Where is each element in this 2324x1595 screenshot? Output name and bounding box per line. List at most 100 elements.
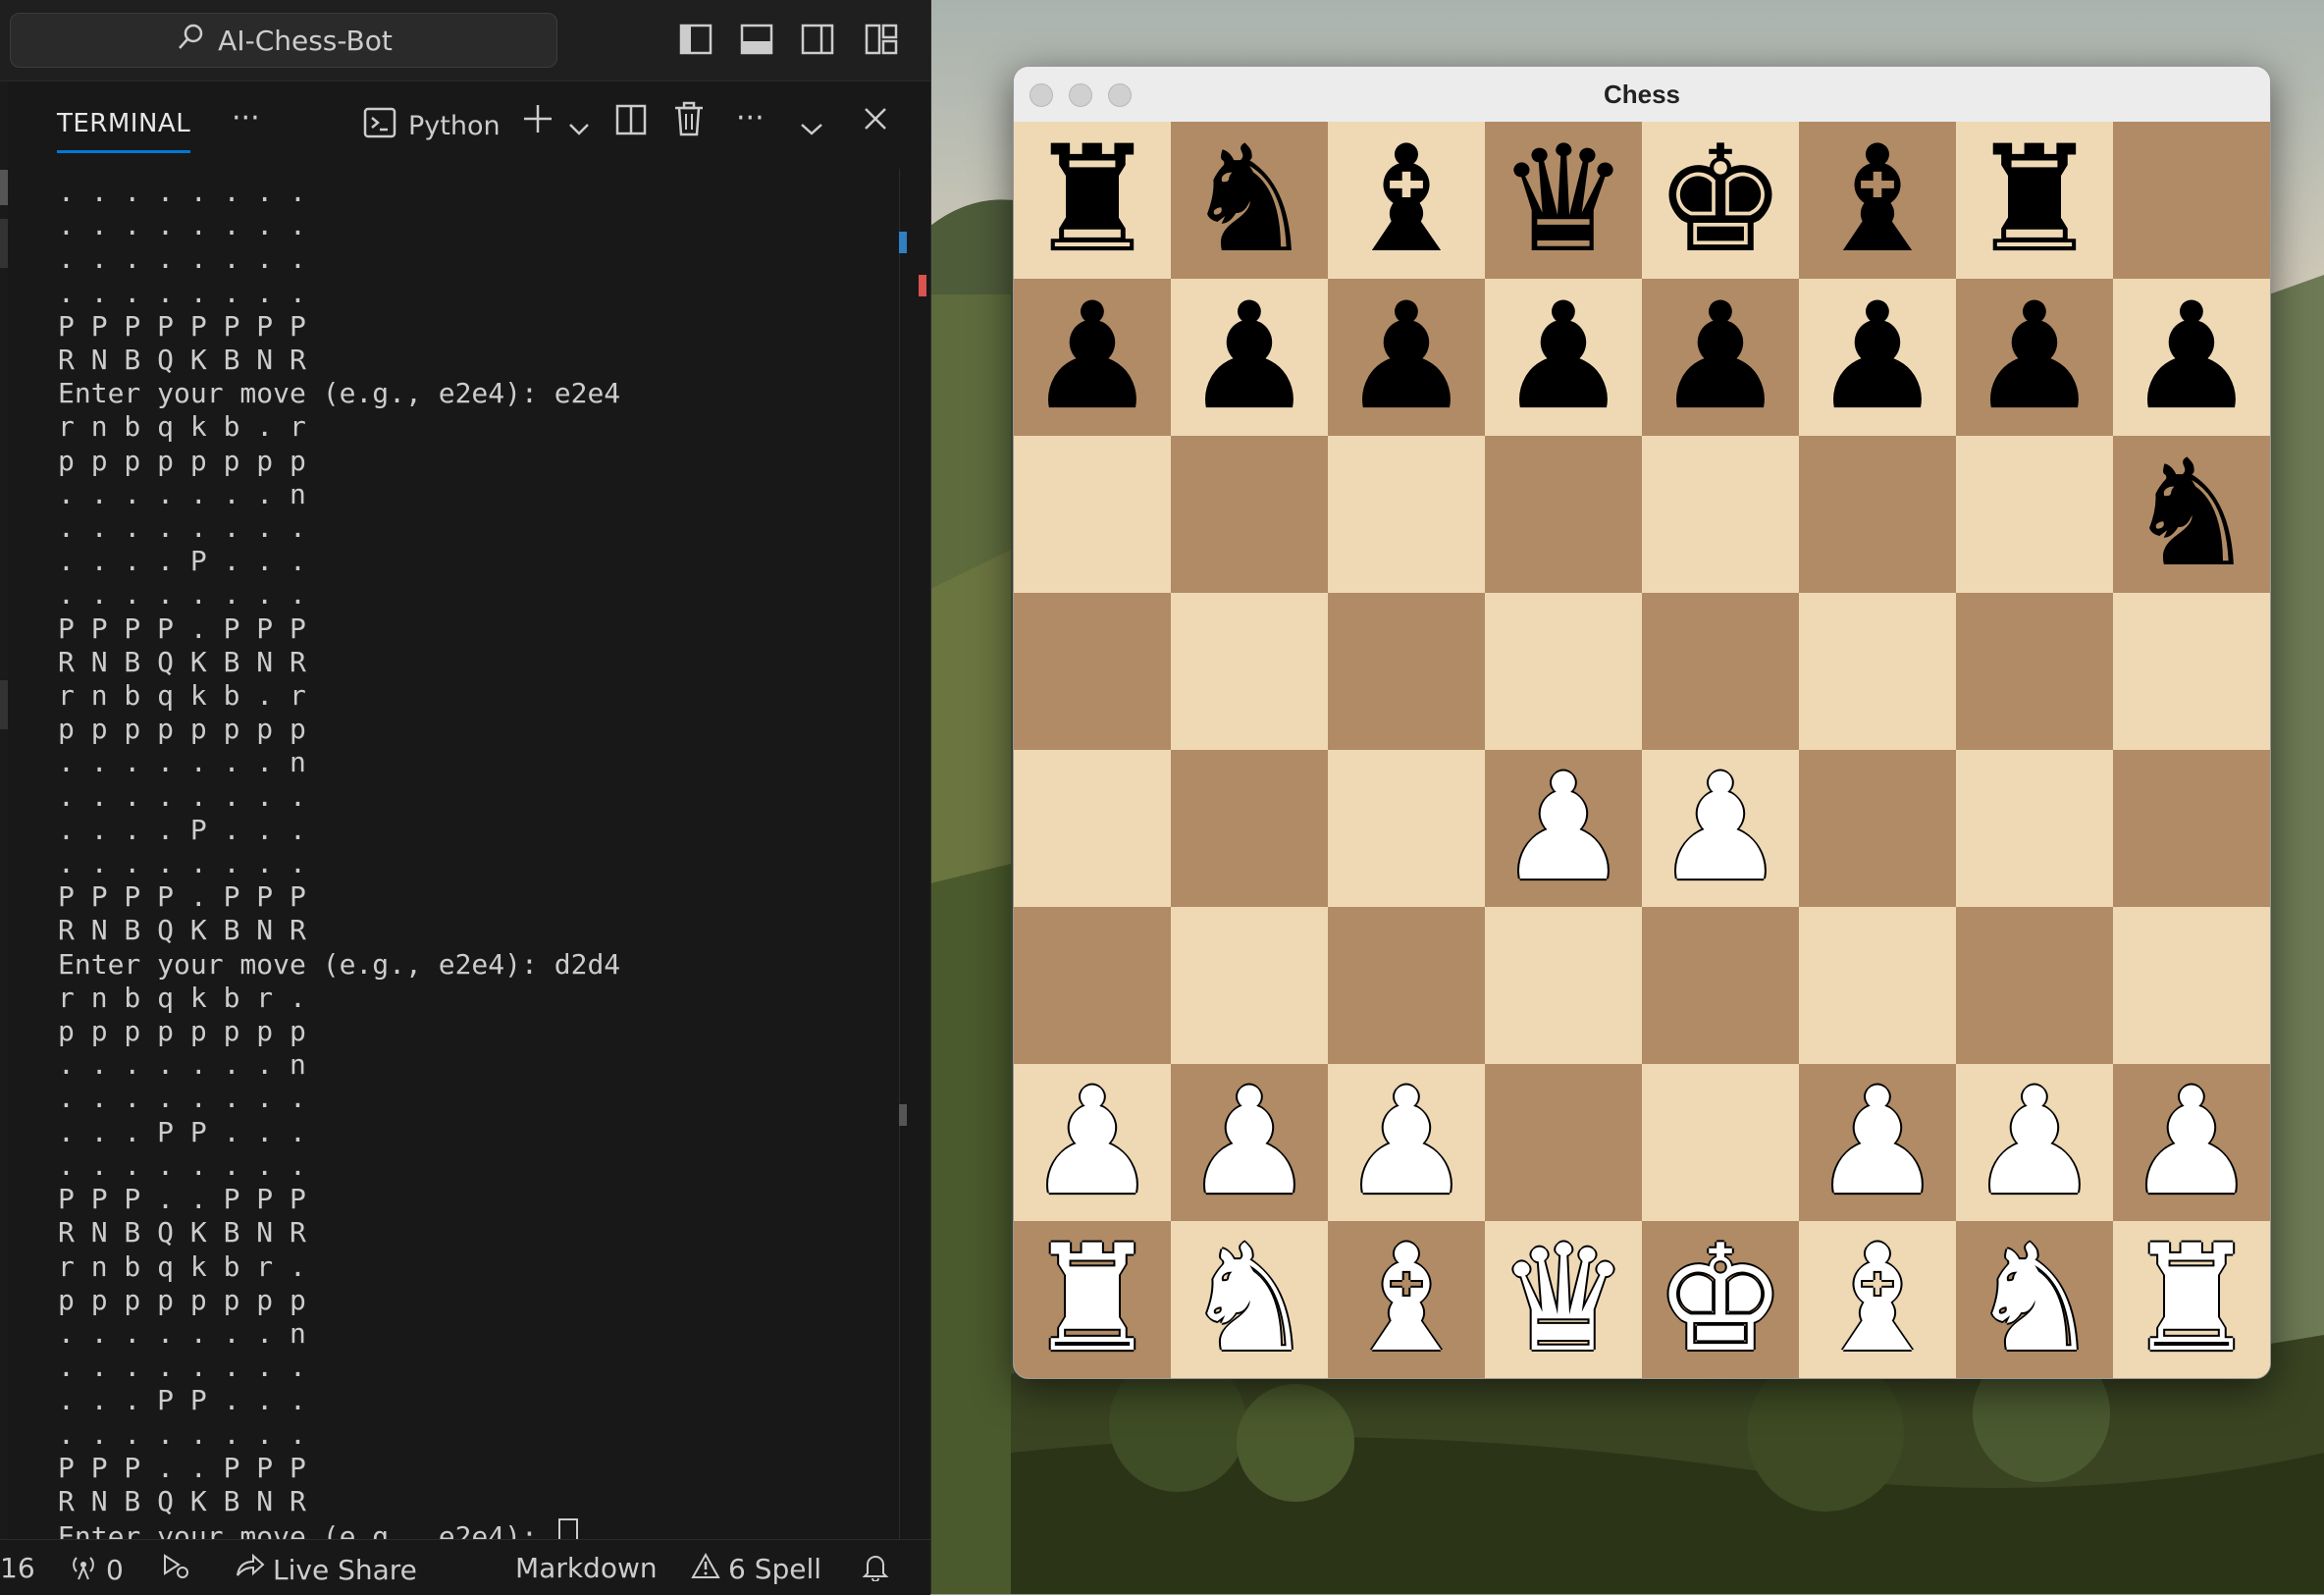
square-f1[interactable]: ♝: [1799, 1221, 1956, 1378]
square-b4[interactable]: [1171, 750, 1328, 907]
square-a3[interactable]: [1014, 907, 1171, 1064]
square-f3[interactable]: [1799, 907, 1956, 1064]
square-d6[interactable]: [1485, 436, 1642, 593]
terminal-profile[interactable]: Python: [363, 106, 501, 146]
terminal-prompt-line[interactable]: Enter your move (e.g., e2e4):: [58, 1518, 620, 1539]
square-d1[interactable]: ♛: [1485, 1221, 1642, 1378]
toggle-secondary-sidebar-icon[interactable]: [800, 22, 835, 57]
square-e5[interactable]: [1642, 593, 1799, 750]
bell-icon[interactable]: [862, 1552, 889, 1581]
square-b8[interactable]: ♞: [1171, 122, 1328, 279]
square-f6[interactable]: [1799, 436, 1956, 593]
black-pawn-piece[interactable]: ♟: [1969, 284, 2100, 431]
white-pawn-piece[interactable]: ♟: [1812, 1069, 1943, 1216]
black-queen-piece[interactable]: ♛: [1498, 127, 1629, 274]
terminal-scrollbar[interactable]: [899, 169, 926, 1539]
black-pawn-piece[interactable]: ♟: [1184, 284, 1315, 431]
black-knight-piece[interactable]: ♞: [1184, 127, 1315, 274]
white-pawn-piece[interactable]: ♟: [1969, 1069, 2100, 1216]
square-d2[interactable]: [1485, 1064, 1642, 1221]
square-h7[interactable]: ♟: [2113, 279, 2270, 436]
white-pawn-piece[interactable]: ♟: [1498, 755, 1629, 902]
square-h5[interactable]: [2113, 593, 2270, 750]
square-g1[interactable]: ♞: [1956, 1221, 2113, 1378]
black-pawn-piece[interactable]: ♟: [1341, 284, 1472, 431]
square-c1[interactable]: ♝: [1328, 1221, 1485, 1378]
white-king-piece[interactable]: ♚: [1655, 1226, 1786, 1373]
square-f5[interactable]: [1799, 593, 1956, 750]
ports-indicator[interactable]: 0: [69, 1552, 124, 1588]
white-pawn-piece[interactable]: ♟: [1655, 755, 1786, 902]
white-rook-piece[interactable]: ♜: [1027, 1226, 1158, 1373]
more-tabs-icon[interactable]: ···: [232, 101, 260, 135]
square-f8[interactable]: ♝: [1799, 122, 1956, 279]
black-king-piece[interactable]: ♚: [1655, 127, 1786, 274]
white-rook-piece[interactable]: ♜: [2126, 1226, 2257, 1373]
language-mode[interactable]: Markdown: [515, 1552, 658, 1584]
white-pawn-piece[interactable]: ♟: [1027, 1069, 1158, 1216]
spell-check-indicator[interactable]: 6 Spell: [691, 1552, 821, 1586]
black-pawn-piece[interactable]: ♟: [1655, 284, 1786, 431]
square-e6[interactable]: [1642, 436, 1799, 593]
square-e7[interactable]: ♟: [1642, 279, 1799, 436]
black-knight-piece[interactable]: ♞: [2126, 441, 2257, 588]
square-g3[interactable]: [1956, 907, 2113, 1064]
white-knight-piece[interactable]: ♞: [1969, 1226, 2100, 1373]
square-d3[interactable]: [1485, 907, 1642, 1064]
square-g2[interactable]: ♟: [1956, 1064, 2113, 1221]
square-b1[interactable]: ♞: [1171, 1221, 1328, 1378]
split-icon[interactable]: [614, 103, 648, 144]
white-pawn-piece[interactable]: ♟: [2126, 1069, 2257, 1216]
black-rook-piece[interactable]: ♜: [1027, 127, 1158, 274]
black-bishop-piece[interactable]: ♝: [1341, 127, 1472, 274]
square-g7[interactable]: ♟: [1956, 279, 2113, 436]
white-bishop-piece[interactable]: ♝: [1812, 1226, 1943, 1373]
square-c8[interactable]: ♝: [1328, 122, 1485, 279]
black-pawn-piece[interactable]: ♟: [1027, 284, 1158, 431]
black-rook-piece[interactable]: ♜: [1969, 127, 2100, 274]
black-pawn-piece[interactable]: ♟: [1498, 284, 1629, 431]
square-f4[interactable]: [1799, 750, 1956, 907]
square-h4[interactable]: [2113, 750, 2270, 907]
chevron-down-icon[interactable]: [567, 111, 591, 145]
square-e2[interactable]: [1642, 1064, 1799, 1221]
plus-icon[interactable]: [520, 101, 555, 144]
square-a4[interactable]: [1014, 750, 1171, 907]
square-c3[interactable]: [1328, 907, 1485, 1064]
close-icon[interactable]: [862, 105, 889, 140]
square-e4[interactable]: ♟: [1642, 750, 1799, 907]
square-d8[interactable]: ♛: [1485, 122, 1642, 279]
square-c2[interactable]: ♟: [1328, 1064, 1485, 1221]
square-d5[interactable]: [1485, 593, 1642, 750]
toggle-panel-icon[interactable]: [739, 22, 774, 57]
black-pawn-piece[interactable]: ♟: [2126, 284, 2257, 431]
square-d4[interactable]: ♟: [1485, 750, 1642, 907]
square-h8[interactable]: [2113, 122, 2270, 279]
square-a7[interactable]: ♟: [1014, 279, 1171, 436]
square-g6[interactable]: [1956, 436, 2113, 593]
square-c4[interactable]: [1328, 750, 1485, 907]
white-pawn-piece[interactable]: ♟: [1341, 1069, 1472, 1216]
terminal-output[interactable]: . . . . . . . .. . . . . . . .. . . . . …: [8, 169, 903, 1539]
square-b5[interactable]: [1171, 593, 1328, 750]
square-g8[interactable]: ♜: [1956, 122, 2113, 279]
chess-board[interactable]: ♜ ♞ ♝ ♛ ♚ ♝ ♜ ♟ ♟ ♟ ♟ ♟ ♟ ♟ ♟ ♞ ♟ ♟ ♟ ♟ ♟ ♟ ♟ ♟ ♜ ♞ ♝ ♛ ♚ ♝ ♞ ♜: [1014, 122, 2270, 1378]
white-queen-piece[interactable]: ♛: [1498, 1226, 1629, 1373]
square-f2[interactable]: ♟: [1799, 1064, 1956, 1221]
square-a8[interactable]: ♜: [1014, 122, 1171, 279]
square-c6[interactable]: [1328, 436, 1485, 593]
customize-layout-icon[interactable]: [864, 22, 899, 57]
square-b3[interactable]: [1171, 907, 1328, 1064]
square-h3[interactable]: [2113, 907, 2270, 1064]
white-bishop-piece[interactable]: ♝: [1341, 1226, 1472, 1373]
square-c5[interactable]: [1328, 593, 1485, 750]
square-b6[interactable]: [1171, 436, 1328, 593]
square-h1[interactable]: ♜: [2113, 1221, 2270, 1378]
square-b7[interactable]: ♟: [1171, 279, 1328, 436]
square-e3[interactable]: [1642, 907, 1799, 1064]
square-h2[interactable]: ♟: [2113, 1064, 2270, 1221]
white-pawn-piece[interactable]: ♟: [1184, 1069, 1315, 1216]
more-icon[interactable]: ···: [736, 101, 765, 135]
tab-terminal[interactable]: TERMINAL: [57, 109, 191, 153]
square-a5[interactable]: [1014, 593, 1171, 750]
